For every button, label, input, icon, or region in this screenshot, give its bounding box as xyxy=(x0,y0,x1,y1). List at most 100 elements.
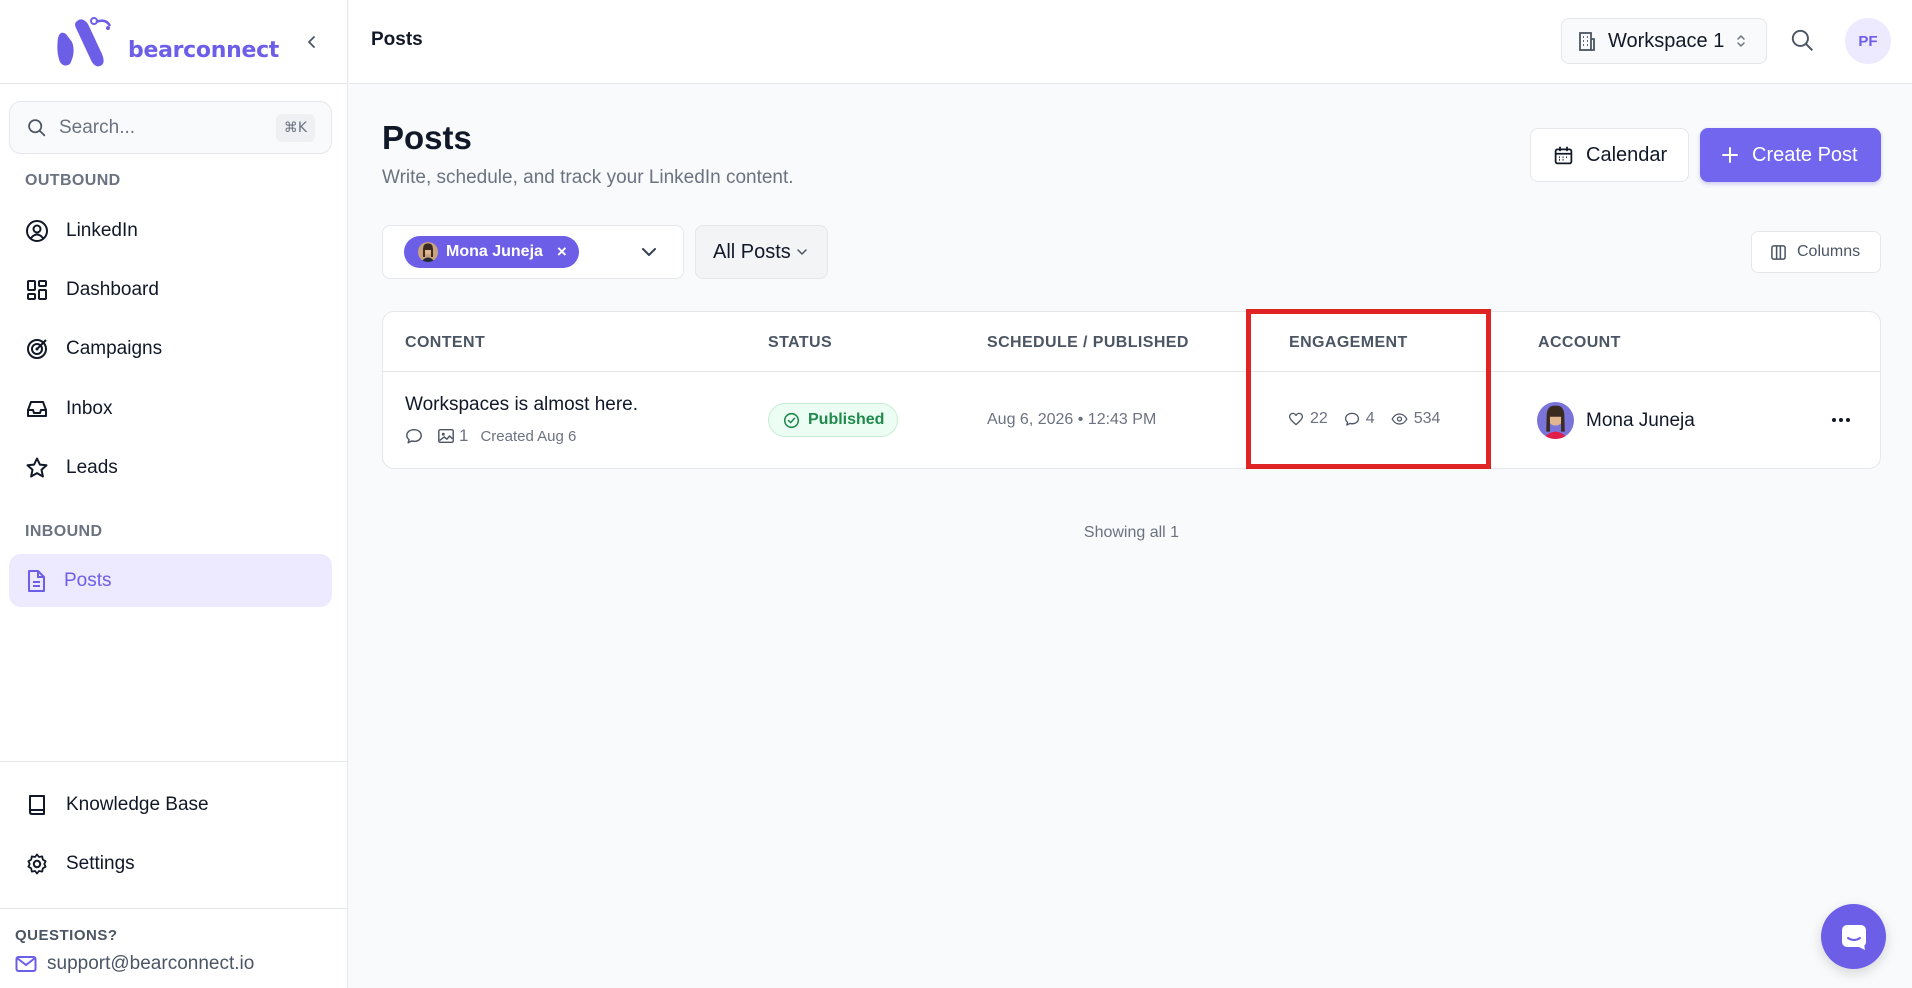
column-header-status[interactable]: STATUS xyxy=(768,334,832,352)
account-filter-chip: Mona Juneja × xyxy=(404,236,579,268)
person-photo-icon xyxy=(1537,402,1574,439)
account-name: Mona Juneja xyxy=(1586,409,1695,431)
page-title: Posts xyxy=(382,119,472,156)
columns-button[interactable]: Columns xyxy=(1751,231,1881,273)
comments-count: 4 xyxy=(1365,410,1375,427)
search-shortcut: ⌘K xyxy=(275,114,315,142)
created-date: Created Aug 6 xyxy=(480,427,577,445)
plus-icon xyxy=(1722,147,1738,163)
sidebar-item-knowledge-base[interactable]: Knowledge Base xyxy=(9,778,332,831)
chevron-left-icon xyxy=(308,36,315,48)
column-header-engagement[interactable]: ENGAGEMENT xyxy=(1289,334,1408,352)
more-horizontal-icon xyxy=(1832,418,1850,422)
questions-section: QUESTIONS? support@bearconnect.io xyxy=(0,908,348,988)
views-count: 534 xyxy=(1413,410,1441,427)
account-filter[interactable]: Mona Juneja × xyxy=(382,225,684,279)
sidebar-item-dashboard[interactable]: Dashboard xyxy=(9,263,332,316)
building-icon xyxy=(1579,32,1595,51)
chevron-up-down-icon xyxy=(1737,35,1746,47)
section-label-outbound: OUTBOUND xyxy=(25,172,121,189)
row-actions-button[interactable] xyxy=(1827,408,1855,432)
sidebar-item-label: LinkedIn xyxy=(66,219,138,241)
topbar: Posts Workspace 1 PF xyxy=(349,0,1912,84)
heart-icon xyxy=(1288,412,1304,426)
sidebar-item-label: Posts xyxy=(64,569,112,591)
dashboard-icon xyxy=(27,279,47,300)
workspace-switcher[interactable]: Workspace 1 xyxy=(1561,18,1767,64)
eye-icon xyxy=(1391,413,1408,425)
schedule-date: Aug 6, 2026 • 12:43 PM xyxy=(987,411,1157,428)
support-email-link[interactable]: support@bearconnect.io xyxy=(15,953,254,975)
column-header-schedule[interactable]: SCHEDULE / PUBLISHED xyxy=(987,334,1189,352)
sidebar-item-campaigns[interactable]: Campaigns xyxy=(9,322,332,375)
mail-icon xyxy=(15,956,37,972)
global-search-button[interactable] xyxy=(1789,27,1815,53)
chip-remove-button[interactable]: × xyxy=(557,242,567,262)
likes-count: 22 xyxy=(1310,410,1328,427)
image-icon xyxy=(438,428,454,444)
table-footer-count: Showing all 1 xyxy=(1083,524,1180,541)
questions-label: QUESTIONS? xyxy=(15,927,118,944)
comment-icon xyxy=(406,428,422,444)
collapse-sidebar-button[interactable] xyxy=(300,30,324,54)
post-type-label: All Posts xyxy=(713,240,791,263)
user-circle-icon xyxy=(26,219,48,242)
sidebar-item-linkedin[interactable]: LinkedIn xyxy=(9,204,332,257)
chevron-down-icon xyxy=(797,249,807,255)
bear-logo-icon xyxy=(57,17,112,67)
workspace-name: Workspace 1 xyxy=(1608,29,1725,52)
search-icon xyxy=(28,119,46,137)
post-title[interactable]: Workspaces is almost here. xyxy=(405,394,638,416)
search-icon xyxy=(1791,29,1813,51)
account-cell[interactable]: Mona Juneja xyxy=(1537,402,1695,439)
sidebar-item-inbox[interactable]: Inbox xyxy=(9,382,332,435)
user-avatar[interactable]: PF xyxy=(1845,18,1891,64)
chat-support-button[interactable] xyxy=(1821,904,1886,969)
post-type-dropdown[interactable]: All Posts xyxy=(695,225,828,279)
sidebar-item-posts[interactable]: Posts xyxy=(9,554,332,607)
sidebar-bottom-divider xyxy=(0,761,348,762)
calendar-button[interactable]: Calendar xyxy=(1530,128,1689,182)
engagement-stats: 22 4 534 xyxy=(1288,410,1440,428)
sidebar-item-label: Inbox xyxy=(66,397,113,419)
status-badge: Published xyxy=(768,403,899,437)
create-post-label: Create Post xyxy=(1752,143,1858,166)
brand-logo[interactable]: bearconnect xyxy=(52,16,279,68)
sidebar-item-settings[interactable]: Settings xyxy=(9,837,332,890)
table-row[interactable]: Workspaces is almost here. 1 Created Aug… xyxy=(383,372,1880,469)
comment-icon xyxy=(1344,412,1359,426)
posts-table: CONTENT STATUS SCHEDULE / PUBLISHED ENGA… xyxy=(382,311,1881,469)
inbox-icon xyxy=(27,400,47,417)
calendar-icon xyxy=(1554,146,1573,164)
target-icon xyxy=(27,338,47,359)
chevron-down-icon xyxy=(642,248,656,256)
brand-name: bearconnect xyxy=(128,37,280,63)
create-post-button[interactable]: Create Post xyxy=(1700,128,1881,182)
sidebar-item-label: Dashboard xyxy=(66,278,159,300)
post-meta: 1 Created Aug 6 xyxy=(405,426,576,446)
column-header-content[interactable]: CONTENT xyxy=(405,334,485,352)
logo-row: bearconnect xyxy=(0,0,348,84)
sidebar-item-label: Knowledge Base xyxy=(66,793,209,815)
sidebar-item-leads[interactable]: Leads xyxy=(9,441,332,494)
check-circle-icon xyxy=(783,412,800,428)
status-label: Published xyxy=(808,411,885,428)
sidebar-item-label: Campaigns xyxy=(66,337,163,359)
topbar-title: Posts xyxy=(371,29,423,50)
columns-label: Columns xyxy=(1797,243,1861,260)
avatar xyxy=(418,242,438,262)
column-header-account[interactable]: ACCOUNT xyxy=(1538,334,1621,352)
page-subtitle: Write, schedule, and track your LinkedIn… xyxy=(382,167,794,188)
chat-icon xyxy=(1841,924,1866,950)
sidebar-item-label: Leads xyxy=(66,456,118,478)
sidebar: bearconnect Search... ⌘K OUTBOUND Linked… xyxy=(0,0,348,988)
section-label-inbound: INBOUND xyxy=(25,523,103,540)
sidebar-search[interactable]: Search... ⌘K xyxy=(9,101,332,154)
calendar-label: Calendar xyxy=(1586,143,1668,166)
avatar xyxy=(1537,402,1574,439)
search-placeholder: Search... xyxy=(59,116,136,138)
columns-icon xyxy=(1771,244,1786,260)
support-email: support@bearconnect.io xyxy=(47,953,255,974)
document-icon xyxy=(28,569,45,592)
media-count: 1 xyxy=(459,426,469,445)
